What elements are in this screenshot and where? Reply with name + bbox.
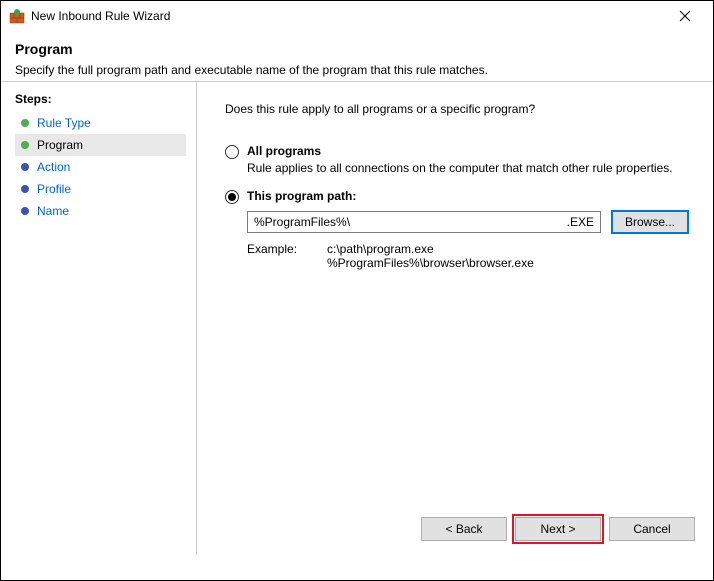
page-subtitle: Specify the full program path and execut…	[15, 63, 699, 77]
bullet-icon	[21, 207, 29, 215]
step-profile[interactable]: Profile	[15, 178, 186, 200]
step-name[interactable]: Name	[15, 200, 186, 222]
step-label: Rule Type	[37, 116, 91, 130]
steps-sidebar: Steps: Rule Type Program Action Profile …	[1, 82, 196, 555]
back-button[interactable]: < Back	[421, 517, 507, 541]
radio-this-path-group: This program path: %ProgramFiles%\ .EXE …	[225, 189, 689, 270]
titlebar: New Inbound Rule Wizard	[1, 1, 713, 31]
cancel-button[interactable]: Cancel	[609, 517, 695, 541]
bullet-icon	[21, 163, 29, 171]
step-label: Program	[37, 138, 83, 152]
bullet-icon	[21, 185, 29, 193]
step-label: Name	[37, 204, 69, 218]
step-label: Action	[37, 160, 70, 174]
step-program[interactable]: Program	[15, 134, 186, 156]
path-value: %ProgramFiles%\	[254, 215, 350, 229]
main-panel: Does this rule apply to all programs or …	[196, 82, 713, 555]
example-line-2: %ProgramFiles%\browser\browser.exe	[327, 256, 534, 270]
page-header: Program Specify the full program path an…	[1, 31, 713, 81]
radio-this-path-label: This program path:	[247, 189, 356, 203]
page-title: Program	[15, 41, 699, 57]
step-action[interactable]: Action	[15, 156, 186, 178]
bullet-icon	[21, 119, 29, 127]
firewall-icon	[9, 8, 25, 24]
example-label: Example:	[247, 242, 327, 270]
example-line-1: c:\path\program.exe	[327, 242, 534, 256]
program-path-input[interactable]: %ProgramFiles%\ .EXE	[247, 211, 601, 233]
question-text: Does this rule apply to all programs or …	[225, 102, 689, 116]
radio-all-programs-desc: Rule applies to all connections on the c…	[247, 161, 689, 175]
window-title: New Inbound Rule Wizard	[31, 9, 665, 23]
next-button[interactable]: Next >	[515, 517, 601, 541]
radio-all-programs[interactable]	[225, 145, 239, 159]
bullet-icon	[21, 141, 29, 149]
example-paths: c:\path\program.exe %ProgramFiles%\brows…	[327, 242, 534, 270]
radio-all-programs-label: All programs	[247, 144, 321, 158]
radio-all-programs-group: All programs Rule applies to all connect…	[225, 144, 689, 175]
step-rule-type[interactable]: Rule Type	[15, 112, 186, 134]
path-suffix: .EXE	[567, 215, 594, 229]
step-label: Profile	[37, 182, 71, 196]
close-button[interactable]	[665, 4, 705, 28]
browse-button[interactable]: Browse...	[611, 210, 689, 234]
radio-this-path[interactable]	[225, 190, 239, 204]
wizard-buttons: < Back Next > Cancel	[421, 517, 695, 541]
steps-heading: Steps:	[15, 92, 196, 106]
